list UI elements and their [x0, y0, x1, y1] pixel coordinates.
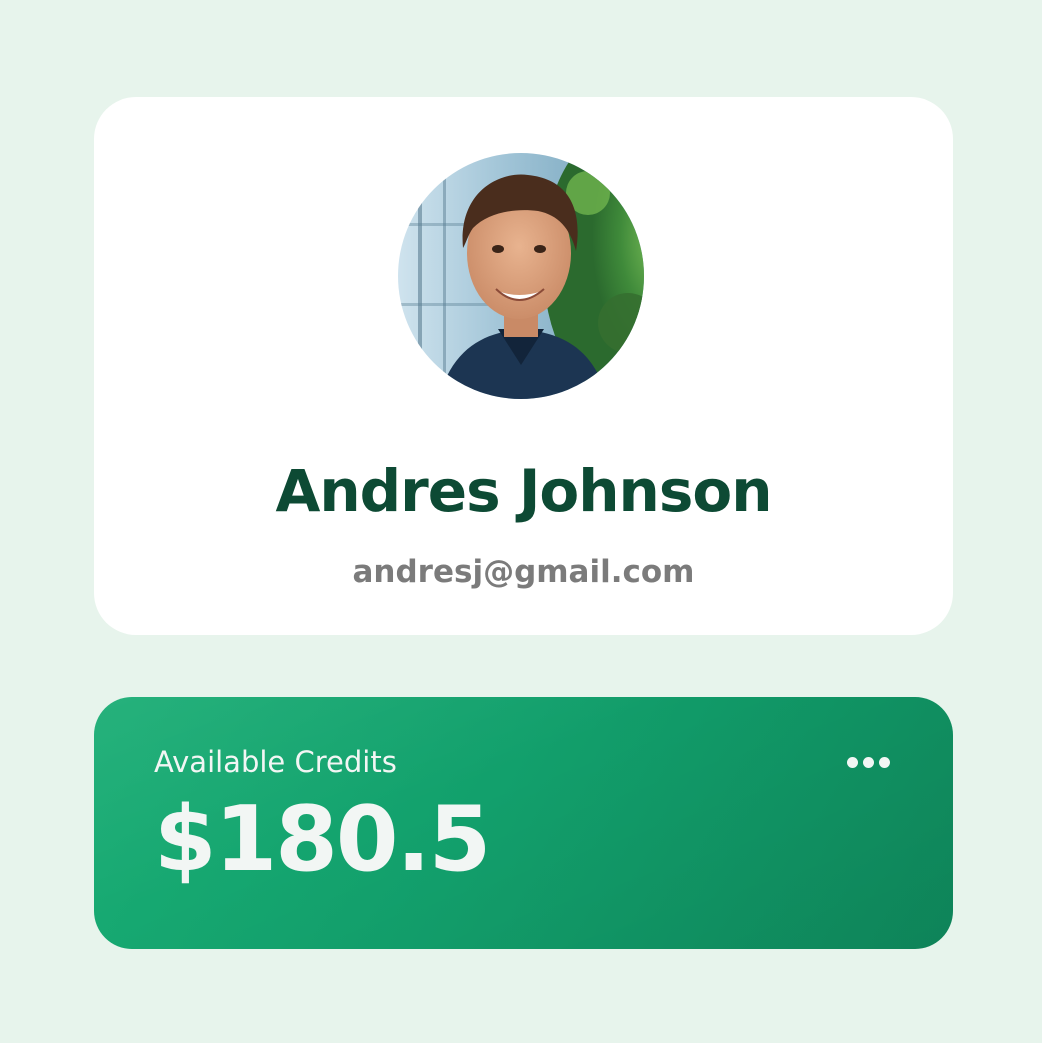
more-dots-icon: [862, 756, 874, 768]
credits-amount: $180.5: [154, 787, 491, 892]
user-email: andresj@gmail.com: [352, 554, 695, 590]
more-dots-icon: [846, 756, 858, 768]
more-options-button[interactable]: [840, 747, 896, 777]
avatar-photo: [398, 153, 644, 399]
profile-card: Andres Johnson andresj@gmail.com: [94, 97, 953, 635]
user-name: Andres Johnson: [275, 457, 772, 525]
credits-card[interactable]: Available Credits $180.5: [94, 697, 953, 949]
credits-label: Available Credits: [154, 745, 397, 779]
more-dots-icon: [878, 756, 890, 768]
avatar[interactable]: [398, 153, 644, 399]
